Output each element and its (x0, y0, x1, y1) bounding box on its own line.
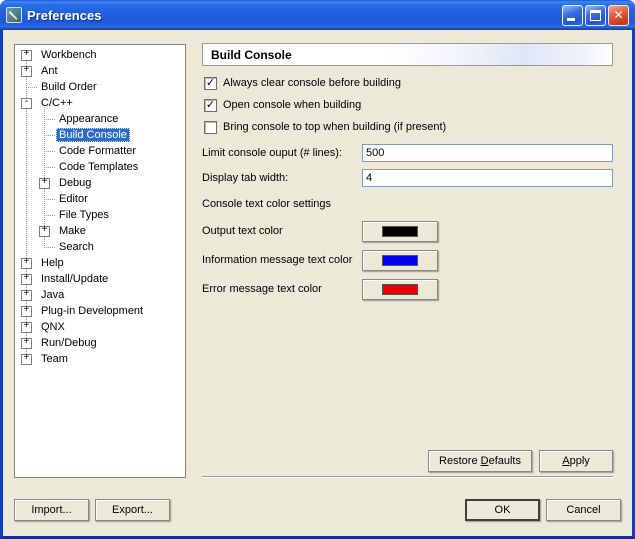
tree-item-build-order[interactable]: Build Order (15, 79, 185, 95)
restore-defaults-button[interactable]: Restore Defaults (428, 450, 532, 472)
output-text-color-row: Output text color (202, 220, 613, 242)
apply-button[interactable]: Apply (539, 450, 613, 472)
error-text-color-row: Error message text color (202, 278, 613, 300)
tree-connector (44, 215, 56, 216)
checkbox-always-clear-console[interactable]: ✓ Always clear console before building (202, 73, 613, 93)
black-color-swatch (382, 226, 418, 237)
expand-plus-icon[interactable]: + (39, 178, 50, 189)
tree-item-qnx[interactable]: +QNX (15, 319, 185, 335)
tree-item-help[interactable]: +Help (15, 255, 185, 271)
tree-item-run-debug[interactable]: +Run/Debug (15, 335, 185, 351)
tree-item-appearance[interactable]: Appearance (15, 111, 185, 127)
limit-console-output-input[interactable] (362, 144, 613, 162)
window-title: Preferences (27, 8, 560, 23)
checkbox-unchecked-icon[interactable] (204, 121, 217, 134)
checkbox-checked-icon[interactable]: ✓ (204, 99, 217, 112)
output-text-color-label: Output text color (202, 225, 362, 237)
tree-item-build-console[interactable]: Build Console (15, 127, 185, 143)
panel-header: Build Console (202, 43, 613, 66)
checkbox-bring-console-to-top[interactable]: Bring console to top when building (if p… (202, 117, 613, 137)
expand-plus-icon[interactable]: + (21, 66, 32, 77)
app-icon (6, 7, 22, 23)
information-text-color-button[interactable] (362, 250, 438, 271)
preferences-window: Preferences ✕ +Workbench +Ant Build Orde… (0, 0, 635, 539)
checkbox-open-console[interactable]: ✓ Open console when building (202, 95, 613, 115)
title-bar[interactable]: Preferences ✕ (0, 0, 635, 30)
tree-connector (44, 151, 56, 152)
red-color-swatch (382, 284, 418, 295)
maximize-button[interactable] (585, 5, 606, 26)
minimize-button[interactable] (562, 5, 583, 26)
tree-item-search[interactable]: Search (15, 239, 185, 255)
tree-item-c-cpp[interactable]: -C/C++ (15, 95, 185, 111)
footer-separator (202, 476, 613, 478)
limit-console-output-label: Limit console ouput (# lines): (202, 147, 362, 159)
tree-item-editor[interactable]: Editor (15, 191, 185, 207)
tree-item-workbench[interactable]: +Workbench (15, 47, 185, 63)
expand-plus-icon[interactable]: + (21, 274, 32, 285)
tree-item-team[interactable]: +Team (15, 351, 185, 367)
blue-color-swatch (382, 255, 418, 266)
tree-connector (44, 199, 56, 200)
expand-plus-icon[interactable]: + (21, 322, 32, 333)
tree-item-code-templates[interactable]: Code Templates (15, 159, 185, 175)
export-button[interactable]: Export... (95, 499, 170, 521)
tree-connector (44, 119, 56, 120)
output-text-color-button[interactable] (362, 221, 438, 242)
information-text-color-row: Information message text color (202, 249, 613, 271)
error-text-color-label: Error message text color (202, 283, 362, 295)
console-color-settings-label: Console text color settings (202, 195, 613, 213)
expand-plus-icon[interactable]: + (39, 226, 50, 237)
panel-button-row: Restore Defaults Apply (202, 450, 613, 472)
collapse-minus-icon[interactable]: - (21, 98, 32, 109)
ok-button[interactable]: OK (465, 499, 540, 521)
panel-title: Build Console (211, 48, 292, 62)
expand-plus-icon[interactable]: + (21, 50, 32, 61)
expand-plus-icon[interactable]: + (21, 354, 32, 365)
tree-connector (44, 135, 56, 136)
expand-plus-icon[interactable]: + (21, 306, 32, 317)
close-icon: ✕ (609, 6, 628, 25)
import-button[interactable]: Import... (14, 499, 89, 521)
maximize-icon (590, 10, 601, 21)
limit-console-output-row: Limit console ouput (# lines): (202, 140, 613, 165)
tree-connector (44, 247, 56, 248)
display-tab-width-input[interactable] (362, 169, 613, 187)
tree-item-file-types[interactable]: File Types (15, 207, 185, 223)
display-tab-width-label: Display tab width: (202, 172, 362, 184)
tree-connector (44, 167, 56, 168)
preferences-tree: +Workbench +Ant Build Order -C/C++ Appea… (14, 44, 186, 478)
cancel-button[interactable]: Cancel (546, 499, 621, 521)
expand-plus-icon[interactable]: + (21, 338, 32, 349)
expand-plus-icon[interactable]: + (21, 290, 32, 301)
tree-item-ant[interactable]: +Ant (15, 63, 185, 79)
tree-item-code-formatter[interactable]: Code Formatter (15, 143, 185, 159)
display-tab-width-row: Display tab width: (202, 165, 613, 190)
tree-connector (26, 87, 38, 88)
close-button[interactable]: ✕ (608, 5, 629, 26)
tree-item-install-update[interactable]: +Install/Update (15, 271, 185, 287)
checkbox-checked-icon[interactable]: ✓ (204, 77, 217, 90)
minimize-icon (567, 18, 575, 21)
error-text-color-button[interactable] (362, 279, 438, 300)
tree-item-java[interactable]: +Java (15, 287, 185, 303)
tree-item-make[interactable]: +Make (15, 223, 185, 239)
tree-item-plug-in-development[interactable]: +Plug-in Development (15, 303, 185, 319)
tree-item-debug[interactable]: +Debug (15, 175, 185, 191)
information-text-color-label: Information message text color (202, 254, 362, 266)
build-console-panel: Build Console ✓ Always clear console bef… (202, 43, 613, 300)
dialog-content: +Workbench +Ant Build Order -C/C++ Appea… (3, 30, 632, 536)
expand-plus-icon[interactable]: + (21, 258, 32, 269)
